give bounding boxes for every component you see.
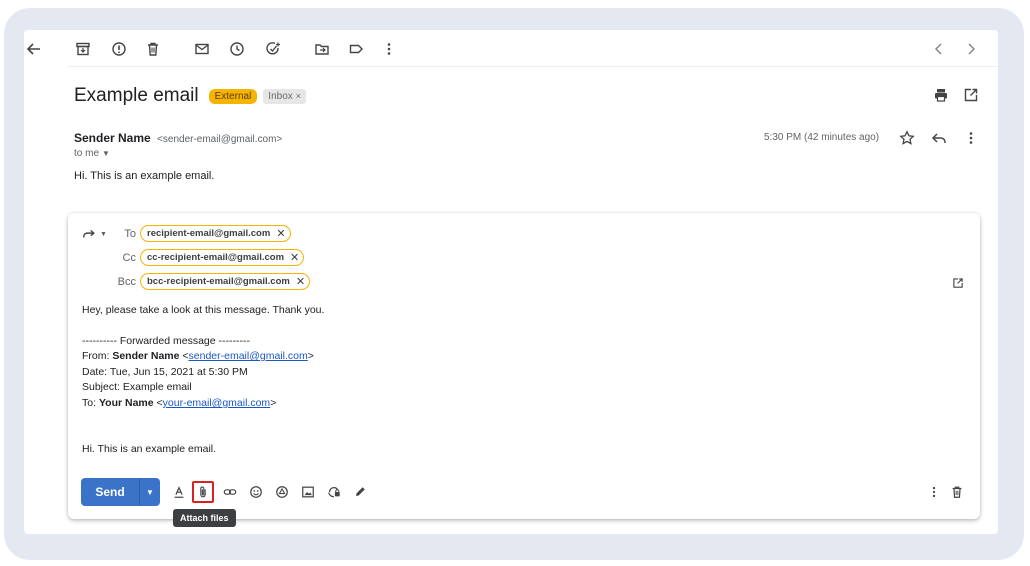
link-icon[interactable] bbox=[221, 483, 239, 501]
bcc-label: Bcc bbox=[117, 275, 136, 288]
sender-row: Sender Name <sender-email@gmail.com> bbox=[74, 131, 282, 145]
attach-icon[interactable] bbox=[192, 481, 214, 503]
bcc-recipient-chip[interactable]: bcc-recipient-email@gmail.com ✕ bbox=[140, 273, 311, 290]
external-badge: External bbox=[208, 88, 258, 104]
more-vert-icon[interactable] bbox=[961, 128, 981, 148]
send-button[interactable]: Send ▼ bbox=[81, 478, 160, 506]
discard-icon[interactable] bbox=[948, 483, 966, 501]
archive-icon[interactable] bbox=[71, 37, 95, 61]
email-body: Hi. This is an example email. bbox=[74, 170, 215, 182]
email-timestamp: 5:30 PM (42 minutes ago) bbox=[764, 132, 880, 143]
to-field[interactable]: To recipient-email@gmail.com ✕ bbox=[108, 225, 291, 242]
cc-label: Cc bbox=[122, 251, 136, 264]
cc-recipient-chip[interactable]: cc-recipient-email@gmail.com ✕ bbox=[140, 249, 305, 266]
recipient-details-toggle[interactable]: to me ▼ bbox=[74, 148, 110, 159]
prev-icon[interactable] bbox=[927, 37, 951, 61]
forwarded-to: To: Your Name <your-email@gmail.com> bbox=[82, 397, 277, 409]
quoted-body: Hi. This is an example email. bbox=[82, 443, 217, 455]
more-options-icon[interactable] bbox=[925, 483, 943, 501]
recipient-chip-email: recipient-email@gmail.com bbox=[147, 228, 271, 239]
attach-files-tooltip: Attach files bbox=[173, 509, 236, 527]
back-arrow-icon[interactable] bbox=[22, 37, 46, 61]
to-label: To bbox=[124, 227, 136, 240]
sender-name: Sender Name bbox=[74, 131, 151, 145]
compose-message[interactable]: Hey, please take a look at this message.… bbox=[82, 304, 324, 316]
photo-icon[interactable] bbox=[299, 483, 317, 501]
to-me-label: to me bbox=[74, 148, 100, 159]
print-icon[interactable] bbox=[931, 85, 951, 105]
forwarded-from: From: Sender Name <sender-email@gmail.co… bbox=[82, 350, 314, 362]
formatting-icon[interactable] bbox=[170, 483, 188, 501]
subject-row: Example email External Inbox × bbox=[74, 84, 307, 108]
delete-icon[interactable] bbox=[141, 37, 165, 61]
cc-field[interactable]: Cc cc-recipient-email@gmail.com ✕ bbox=[108, 249, 305, 266]
next-icon[interactable] bbox=[959, 37, 983, 61]
sender-email: <sender-email@gmail.com> bbox=[157, 134, 283, 145]
inbox-label-text: Inbox bbox=[268, 90, 293, 102]
forwarded-header: ---------- Forwarded message --------- bbox=[82, 335, 250, 347]
forwarded-subject: Subject: Example email bbox=[82, 381, 192, 393]
remove-cc-icon[interactable]: ✕ bbox=[290, 251, 299, 264]
send-label: Send bbox=[95, 485, 125, 499]
signature-icon[interactable] bbox=[351, 483, 369, 501]
inbox-label[interactable]: Inbox × bbox=[263, 88, 307, 104]
move-to-icon[interactable] bbox=[310, 37, 334, 61]
cc-chip-email: cc-recipient-email@gmail.com bbox=[147, 252, 285, 263]
chevron-down-icon: ▼ bbox=[100, 230, 107, 238]
to-email-link[interactable]: your-email@gmail.com bbox=[163, 397, 271, 409]
toolbar-divider bbox=[68, 66, 998, 67]
reply-icon[interactable] bbox=[929, 128, 949, 148]
response-type-menu[interactable]: ▼ bbox=[82, 227, 107, 241]
mark-unread-icon[interactable] bbox=[190, 37, 214, 61]
more-vert-icon[interactable] bbox=[377, 37, 401, 61]
remove-bcc-icon[interactable]: ✕ bbox=[296, 275, 305, 288]
remove-recipient-icon[interactable]: ✕ bbox=[276, 227, 285, 240]
star-icon[interactable] bbox=[897, 128, 917, 148]
email-subject: Example email bbox=[74, 85, 199, 106]
recipient-chip[interactable]: recipient-email@gmail.com ✕ bbox=[140, 225, 291, 242]
chevron-down-icon: ▼ bbox=[102, 149, 110, 158]
forward-arrow-icon bbox=[83, 229, 95, 238]
snooze-icon[interactable] bbox=[225, 37, 249, 61]
add-to-tasks-icon[interactable] bbox=[261, 37, 285, 61]
from-email-link[interactable]: sender-email@gmail.com bbox=[189, 350, 308, 362]
gmail-window: Example email External Inbox × Sender Na… bbox=[24, 30, 998, 534]
message-toolbar bbox=[24, 30, 998, 68]
confidential-icon[interactable] bbox=[325, 483, 343, 501]
forward-compose: ▼ To recipient-email@gmail.com ✕ Cc cc-r… bbox=[68, 213, 980, 527]
emoji-icon[interactable] bbox=[247, 483, 265, 501]
open-new-window-icon[interactable] bbox=[961, 85, 981, 105]
remove-label-icon[interactable]: × bbox=[296, 91, 301, 101]
forwarded-date: Date: Tue, Jun 15, 2021 at 5:30 PM bbox=[82, 366, 248, 378]
bcc-chip-email: bcc-recipient-email@gmail.com bbox=[147, 276, 290, 287]
label-icon[interactable] bbox=[344, 37, 368, 61]
schedule-send-dropdown[interactable]: ▼ bbox=[140, 478, 160, 506]
drive-icon[interactable] bbox=[273, 483, 291, 501]
pop-out-icon[interactable] bbox=[952, 276, 966, 290]
report-spam-icon[interactable] bbox=[107, 37, 131, 61]
bcc-field[interactable]: Bcc bcc-recipient-email@gmail.com ✕ bbox=[108, 273, 311, 290]
